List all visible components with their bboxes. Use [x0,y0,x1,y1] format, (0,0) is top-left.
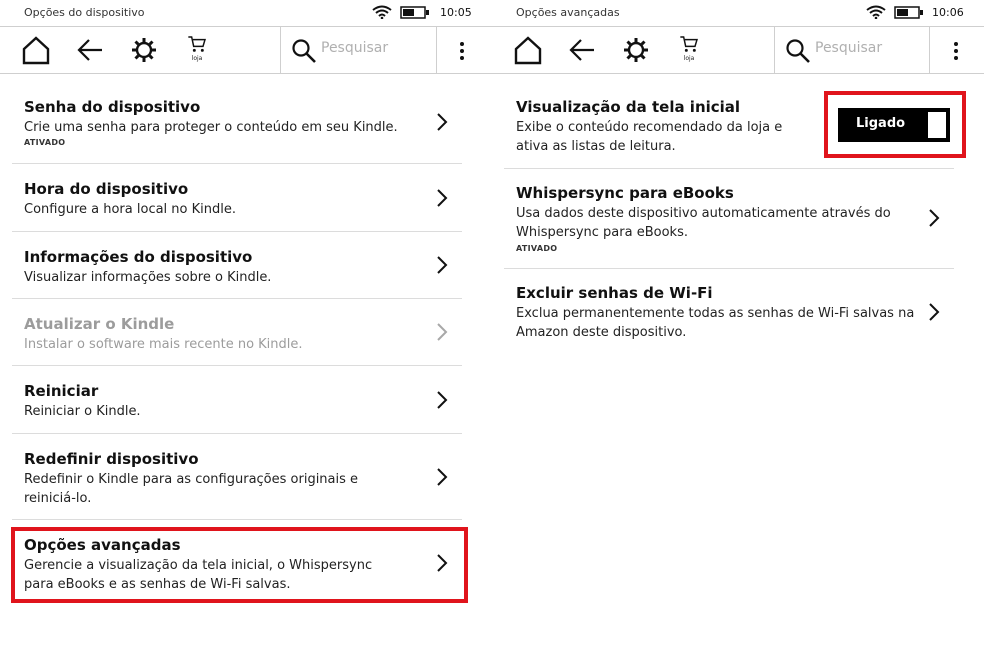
item-title: Atualizar o Kindle [24,315,175,333]
item-title: Excluir senhas de Wi-Fi [516,284,713,302]
right-screen: Opções avançadas 10:06 loja Pesquisar Vi… [492,0,984,651]
cart-icon [680,36,698,52]
back-button[interactable] [568,35,598,65]
battery-icon [400,6,429,19]
back-button[interactable] [76,35,106,65]
menu-item-whispersync[interactable]: Whispersync para eBooks Usa dados deste … [504,168,954,269]
status-bar: Opções avançadas 10:06 [492,0,984,26]
item-title: Hora do dispositivo [24,180,189,198]
item-title: Senha do dispositivo [24,98,201,116]
status-time: 10:05 [440,6,472,19]
back-arrow-icon [569,39,594,61]
item-description: Crie uma senha para proteger o conteúdo … [24,120,398,135]
item-description: Gerencie a visualização da tela inicial,… [24,558,373,592]
chevron-right-icon [437,323,448,341]
item-description: Redefinir o Kindle para as configurações… [24,472,359,506]
home-icon [514,36,542,65]
gear-icon [624,38,648,62]
toolbar: loja [0,26,492,74]
item-status: ATIVADO [516,244,558,253]
menu-item-delete-wifi-passwords[interactable]: Excluir senhas de Wi-Fi Exclua permanent… [504,268,954,348]
wifi-icon [866,5,886,19]
search-input[interactable] [815,40,925,56]
search-box[interactable] [774,27,930,73]
item-description: Reiniciar o Kindle. [24,404,141,419]
settings-button[interactable] [129,35,159,65]
item-title: Redefinir dispositivo [24,450,199,468]
menu-item-restart[interactable]: Reiniciar Reiniciar o Kindle. [12,365,462,434]
wifi-icon [372,5,392,19]
item-description: Usa dados deste dispositivo automaticame… [516,206,891,240]
menu-item-device-info[interactable]: Informações do dispositivo Visualizar in… [12,231,462,299]
chevron-right-icon [437,554,448,572]
item-description: Exibe o conteúdo recomendado da loja e a… [516,120,783,154]
item-title: Opções avançadas [24,536,181,554]
search-icon [786,39,810,63]
item-description: Configure a hora local no Kindle. [24,202,236,217]
chevron-right-icon [437,113,448,131]
chevron-right-icon [437,189,448,207]
home-icon [22,36,50,65]
item-title: Visualização da tela inicial [516,98,741,116]
item-description: Instalar o software mais recente no Kind… [24,337,303,352]
home-button[interactable] [513,35,543,65]
status-title: Opções do dispositivo [24,6,145,19]
chevron-right-icon [929,303,940,321]
home-screen-view-toggle[interactable]: Ligado [838,108,950,142]
store-label: loja [683,55,695,62]
store-button[interactable]: loja [674,35,704,65]
status-time: 10:06 [932,6,964,19]
toggle-label: Ligado [856,116,906,131]
status-title: Opções avançadas [516,6,620,19]
left-screen: Opções do dispositivo 10:05 loja Pesquis… [0,0,492,651]
menu-item-reset-device[interactable]: Redefinir dispositivo Redefinir o Kindle… [12,433,462,520]
more-menu-icon[interactable] [946,39,966,63]
chevron-right-icon [437,391,448,409]
item-title: Whispersync para eBooks [516,184,734,202]
settings-button[interactable] [621,35,651,65]
chevron-right-icon [437,256,448,274]
search-box[interactable] [280,27,437,73]
item-status: ATIVADO [24,138,66,147]
home-button[interactable] [21,35,51,65]
cart-icon [188,36,206,52]
toolbar: loja [492,26,984,74]
menu-item-update-kindle: Atualizar o Kindle Instalar o software m… [12,298,462,366]
item-title: Informações do dispositivo [24,248,253,266]
more-menu-icon[interactable] [452,39,472,63]
menu-item-device-password[interactable]: Senha do dispositivo Crie uma senha para… [12,88,462,164]
item-title: Reiniciar [24,382,99,400]
gear-icon [132,38,156,62]
battery-icon [894,6,923,19]
item-description: Visualizar informações sobre o Kindle. [24,270,272,285]
chevron-right-icon [437,468,448,486]
store-label: loja [191,55,203,62]
back-arrow-icon [77,39,102,61]
menu-item-advanced-options[interactable]: Opções avançadas Gerencie a visualização… [12,519,462,601]
toggle-knob [928,112,946,138]
chevron-right-icon [929,209,940,227]
search-icon [292,39,316,63]
search-input[interactable] [321,40,431,56]
item-description: Exclua permanentemente todas as senhas d… [516,306,915,340]
menu-item-device-time[interactable]: Hora do dispositivo Configure a hora loc… [12,163,462,232]
status-bar: Opções do dispositivo 10:05 [0,0,492,26]
store-button[interactable]: loja [182,35,212,65]
